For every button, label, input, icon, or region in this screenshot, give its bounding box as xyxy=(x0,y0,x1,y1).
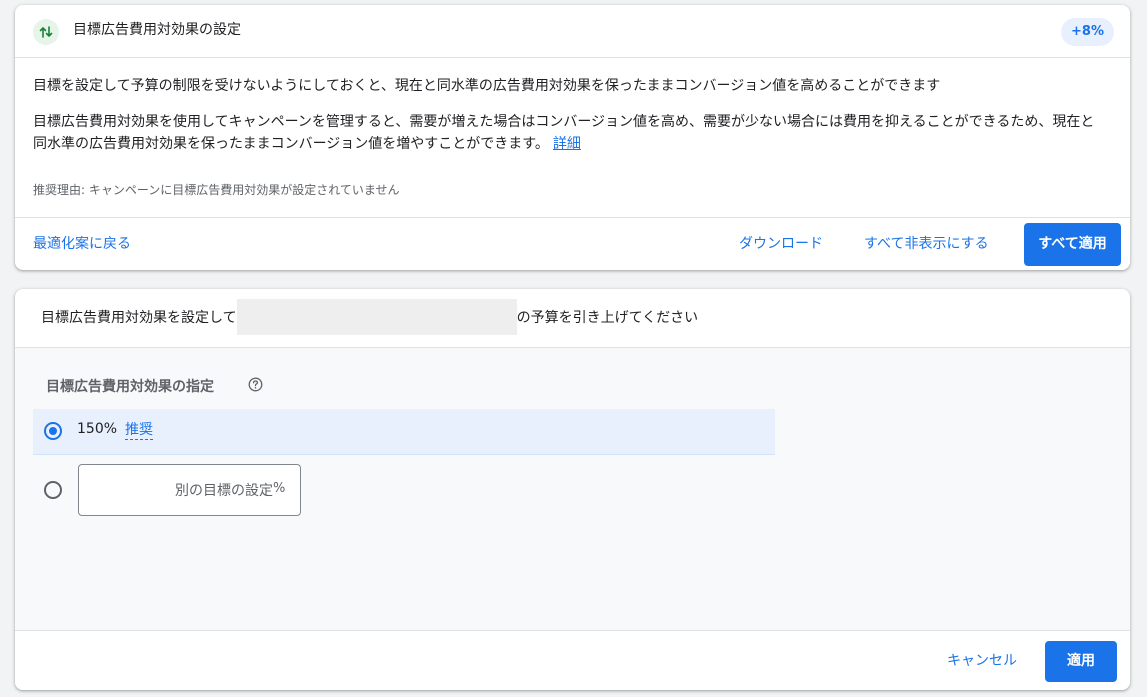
description-paragraph-2: 目標広告費用対効果を使用してキャンペーンを管理すると、需要が増えた場合はコンバー… xyxy=(33,111,1108,155)
apply-all-button[interactable]: すべて適用 xyxy=(1024,223,1121,266)
recommendation-title: 目標広告費用対効果の設定 xyxy=(73,22,241,38)
apply-button[interactable]: 適用 xyxy=(1045,641,1117,682)
custom-target-field[interactable]: % xyxy=(78,464,301,516)
dismiss-all-button[interactable]: すべて非表示にする xyxy=(864,218,989,270)
campaign-card-footer: キャンセル 適用 xyxy=(15,630,1130,690)
recommended-target-value: 150% xyxy=(77,421,118,437)
target-roas-section: 目標広告費用対効果の指定 150% 推奨 % xyxy=(15,348,1130,630)
redacted-campaign-name xyxy=(236,299,517,335)
campaign-target-card: 目標広告費用対効果を設定して の予算を引き上げてください 目標広告費用対効果の指定… xyxy=(15,289,1130,690)
help-icon[interactable] xyxy=(248,377,263,396)
uplift-badge: +8% xyxy=(1061,18,1114,46)
campaign-card-title: 目標広告費用対効果を設定して の予算を引き上げてください xyxy=(41,299,699,335)
description-paragraph-1: 目標を設定して予算の制限を受けないようにしておくと、現在と同水準の広告費用対効果… xyxy=(33,78,941,94)
radio-custom[interactable] xyxy=(44,481,62,499)
target-roas-label: 目標広告費用対効果の指定 xyxy=(46,379,214,395)
radio-recommended[interactable] xyxy=(44,422,62,440)
campaign-title-prefix: 目標広告費用対効果を設定して xyxy=(41,310,237,326)
recommendation-card: 目標広告費用対効果の設定 +8% 目標を設定して予算の制限を受けないようにしてお… xyxy=(15,5,1130,270)
campaign-title-suffix: の予算を引き上げてください xyxy=(516,310,699,326)
recommendation-header: 目標広告費用対効果の設定 +8% xyxy=(15,5,1130,58)
recommendation-description: 目標を設定して予算の制限を受けないようにしておくと、現在と同水準の広告費用対効果… xyxy=(33,75,1108,155)
up-down-arrows-icon xyxy=(33,19,59,45)
details-link[interactable]: 詳細 xyxy=(553,136,581,152)
option-custom-target[interactable]: % xyxy=(33,463,775,518)
campaign-card-header: 目標広告費用対効果を設定して の予算を引き上げてください xyxy=(15,289,1130,348)
download-button[interactable]: ダウンロード xyxy=(739,218,823,270)
percent-suffix: % xyxy=(273,481,286,496)
recommendation-footer: 最適化案に戻る ダウンロード すべて非表示にする すべて適用 xyxy=(15,217,1130,270)
cancel-button[interactable]: キャンセル xyxy=(947,631,1017,690)
back-to-recommendations-link[interactable]: 最適化案に戻る xyxy=(33,218,131,270)
option-recommended-target[interactable]: 150% 推奨 xyxy=(33,409,775,455)
custom-target-input[interactable] xyxy=(91,479,275,503)
recommended-tag[interactable]: 推奨 xyxy=(125,421,153,440)
recommendation-reason: 推奨理由: キャンペーンに目標広告費用対効果が設定されていません xyxy=(33,183,400,197)
